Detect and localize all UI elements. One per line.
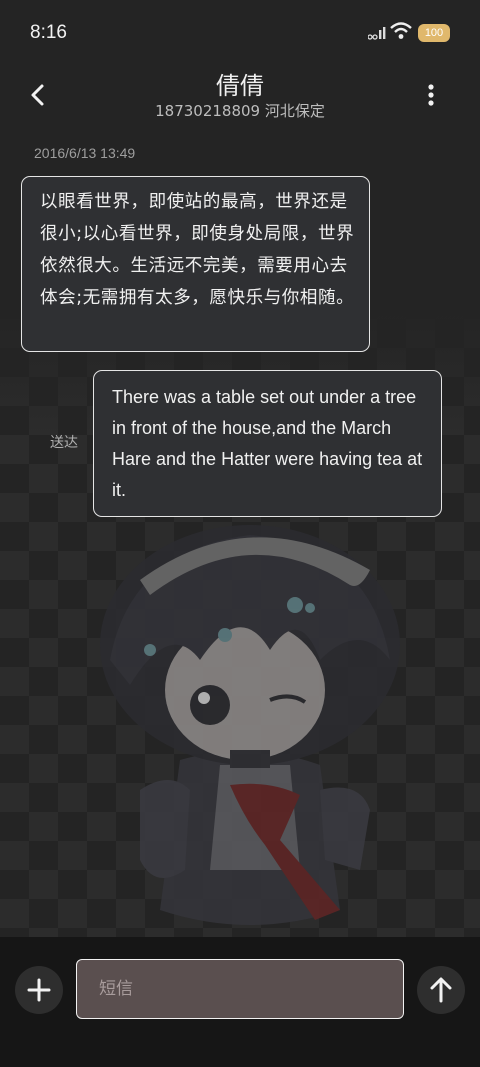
battery-icon: 100 [418, 24, 450, 42]
wallpaper-character-illustration [100, 525, 400, 925]
outgoing-message-bubble[interactable]: There was a table set out under a tree i… [93, 370, 442, 517]
wifi-icon [390, 22, 412, 39]
send-button[interactable] [417, 966, 465, 1014]
message-input[interactable] [76, 959, 404, 1019]
delivery-status: 送达 [50, 435, 78, 451]
status-bar: 8:16 100 [0, 0, 480, 64]
arrow-up-icon [430, 977, 452, 1003]
outgoing-message-text: There was a table set out under a tree i… [112, 387, 423, 500]
battery-level: 100 [424, 27, 444, 39]
more-options-button[interactable] [418, 80, 444, 110]
plus-icon [27, 978, 51, 1002]
incoming-message-text: 以眼看世界，即使站的最高，世界还是很小;以心看世界，即使身处局限，世界依然很大。… [40, 192, 355, 308]
status-time: 8:16 [30, 22, 67, 43]
add-attachment-button[interactable] [15, 966, 63, 1014]
contact-number-location: 18730218809 河北保定 [155, 102, 325, 120]
message-timestamp: 2016/6/13 13:49 [34, 145, 136, 161]
contact-name: 倩倩 [216, 72, 264, 100]
more-vertical-icon [428, 84, 434, 106]
incoming-message-bubble[interactable]: 以眼看世界，即使站的最高，世界还是很小;以心看世界，即使身处局限，世界依然很大。… [21, 176, 370, 352]
signal-icon [368, 27, 386, 40]
